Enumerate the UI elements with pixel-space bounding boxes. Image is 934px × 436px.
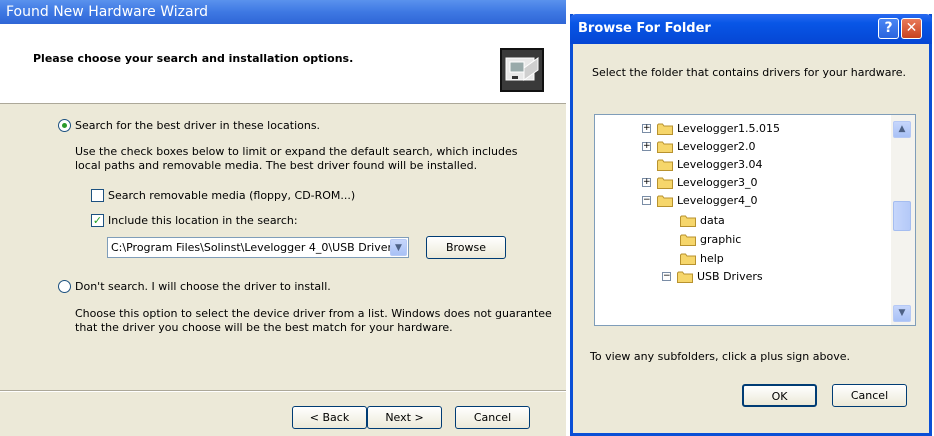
search-removable-media-checkbox[interactable] — [91, 189, 104, 202]
tree-item[interactable]: − USB Drivers — [662, 268, 892, 286]
wizard-header: Please choose your search and installati… — [0, 24, 566, 104]
folder-icon — [677, 271, 693, 283]
ok-button[interactable]: OK — [742, 384, 817, 407]
scroll-thumb[interactable] — [893, 201, 911, 231]
tree-item-label: Levelogger3_0 — [677, 176, 758, 189]
help-button[interactable]: ? — [878, 18, 899, 39]
folder-icon — [657, 177, 673, 189]
browse-title: Browse For Folder — [578, 21, 711, 36]
tree-item-label: graphic — [700, 233, 742, 246]
include-location-checkbox[interactable]: ✓ — [91, 214, 104, 227]
tree-item[interactable]: + Levelogger2.0 — [642, 138, 872, 156]
wizard-title: Found New Hardware Wizard — [0, 0, 566, 24]
expand-icon[interactable]: + — [642, 124, 651, 133]
folder-icon — [680, 215, 696, 227]
location-value: C:\Program Files\Solinst\Levelogger 4_0\… — [111, 241, 393, 254]
wizard-heading: Please choose your search and installati… — [33, 52, 354, 65]
scroll-up-icon[interactable]: ▲ — [893, 121, 911, 138]
tree-item[interactable]: help — [662, 250, 892, 268]
back-button[interactable]: < Back — [292, 406, 367, 429]
location-combobox[interactable]: C:\Program Files\Solinst\Levelogger 4_0\… — [107, 237, 409, 258]
found-new-hardware-wizard: Found New Hardware Wizard Please choose … — [0, 0, 566, 436]
chevron-down-icon[interactable]: ▼ — [390, 239, 407, 256]
dont-search-radio[interactable] — [58, 280, 71, 293]
tree-item-label: Levelogger1.5.015 — [677, 122, 781, 135]
dont-search-description: Choose this option to select the device … — [75, 307, 552, 334]
folder-icon — [657, 141, 673, 153]
tree-item[interactable]: + Levelogger1.5.015 — [642, 120, 872, 138]
tree-item-label: USB Drivers — [697, 270, 763, 283]
tree-item-label: Levelogger3.04 — [677, 158, 763, 171]
search-best-driver-description: Use the check boxes below to limit or ex… — [75, 145, 518, 172]
tree-item[interactable]: + Levelogger3_0 — [642, 174, 872, 192]
tree-item-label: help — [700, 252, 724, 265]
hardware-icon — [500, 48, 544, 92]
next-button[interactable]: Next > — [367, 406, 442, 429]
expand-icon[interactable]: + — [642, 142, 651, 151]
dont-search-label: Don't search. I will choose the driver t… — [75, 280, 331, 293]
scroll-down-icon[interactable]: ▼ — [893, 305, 911, 322]
tree-item-label: Levelogger2.0 — [677, 140, 756, 153]
search-best-driver-radio[interactable] — [58, 119, 71, 132]
wizard-cancel-button[interactable]: Cancel — [455, 406, 530, 429]
collapse-icon[interactable]: − — [642, 196, 651, 205]
tree-item[interactable]: graphic — [662, 231, 892, 249]
browse-hint: To view any subfolders, click a plus sig… — [590, 350, 850, 363]
close-button[interactable]: ✕ — [901, 18, 922, 39]
folder-icon — [657, 159, 673, 171]
tree-vertical-scrollbar[interactable]: ▲ ▼ — [891, 115, 915, 325]
folder-icon — [657, 195, 673, 207]
browse-instruction: Select the folder that contains drivers … — [592, 66, 907, 79]
folder-icon — [680, 253, 696, 265]
tree-item-label: data — [700, 214, 725, 227]
collapse-icon[interactable]: − — [662, 272, 671, 281]
tree-item-label: Levelogger4_0 — [677, 194, 758, 207]
search-removable-media-label: Search removable media (floppy, CD-ROM..… — [108, 189, 356, 202]
browse-title-bar: Browse For Folder ? ✕ — [570, 14, 932, 44]
search-best-driver-label: Search for the best driver in these loca… — [75, 119, 321, 132]
folder-icon — [657, 123, 673, 135]
tree-item[interactable]: data — [662, 212, 892, 230]
wizard-footer-separator — [0, 390, 566, 392]
include-location-label: Include this location in the search: — [108, 214, 298, 227]
browse-cancel-button[interactable]: Cancel — [832, 384, 907, 407]
tree-item[interactable]: Levelogger3.04 — [642, 156, 872, 174]
folder-icon — [680, 234, 696, 246]
browse-button[interactable]: Browse — [426, 236, 506, 259]
tree-item[interactable]: − Levelogger4_0 — [642, 192, 872, 210]
expand-icon[interactable]: + — [642, 178, 651, 187]
